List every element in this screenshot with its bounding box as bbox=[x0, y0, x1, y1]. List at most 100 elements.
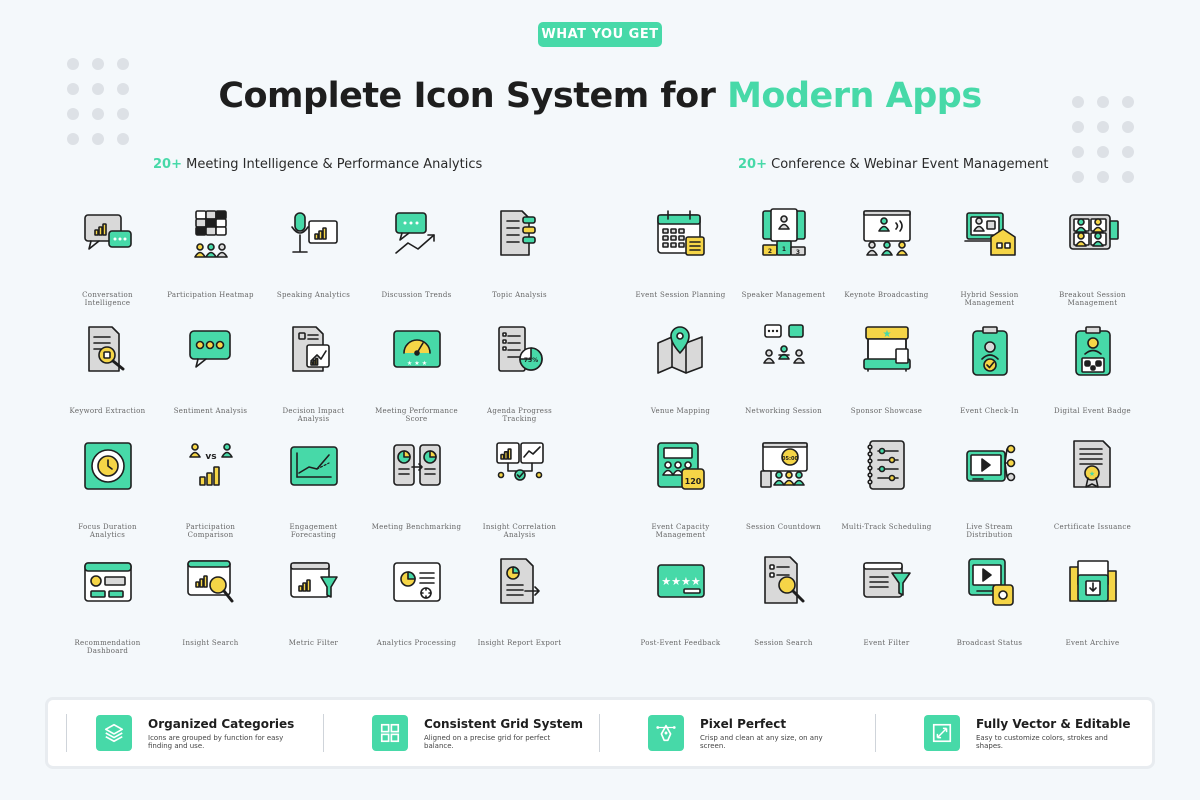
icon-label: Engagement Forecasting bbox=[289, 523, 338, 539]
pen-tool-icon bbox=[648, 715, 684, 751]
icon-tile: Participation Heatmap bbox=[159, 205, 262, 321]
icon-tile: Venue Mapping bbox=[629, 321, 732, 437]
hybrid-session-icon bbox=[963, 212, 1016, 256]
section-label: Conference & Webinar Event Management bbox=[771, 157, 1049, 172]
icon-tile: Focus Duration Analytics bbox=[56, 437, 159, 553]
icon-label: Focus Duration Analytics bbox=[78, 523, 137, 539]
feature-desc: Aligned on a precise grid for perfect ba… bbox=[424, 733, 551, 750]
keynote-icon bbox=[862, 210, 911, 256]
session-search-icon bbox=[763, 556, 804, 604]
svg-text:vs: vs bbox=[205, 452, 216, 462]
icon-label: Breakout Session Management bbox=[1059, 291, 1126, 307]
document-search-icon bbox=[87, 326, 124, 372]
feature-title: Pixel Perfect bbox=[700, 716, 787, 731]
qr-badge-icon bbox=[1074, 326, 1111, 376]
icon-tile: Insight Search bbox=[159, 553, 262, 669]
dot bbox=[117, 58, 129, 70]
breakout-icon bbox=[1068, 214, 1119, 250]
svg-text:★★★★: ★★★★ bbox=[661, 575, 701, 588]
icon-tile: Insight Report Export bbox=[468, 553, 571, 669]
dot bbox=[1122, 121, 1134, 133]
dot bbox=[1122, 146, 1134, 158]
icon-label: Recommendation Dashboard bbox=[74, 639, 141, 655]
icon-label: Keynote Broadcasting bbox=[844, 291, 929, 299]
chart-search-icon bbox=[186, 560, 233, 603]
speaker-podium-icon: 2 1 3 bbox=[761, 208, 806, 256]
live-stream-icon bbox=[965, 444, 1015, 482]
icon-tile: Speaking Analytics bbox=[262, 205, 365, 321]
svg-text:★ ★ ★: ★ ★ ★ bbox=[406, 360, 426, 367]
icon-label: Participation Comparison bbox=[185, 523, 236, 539]
icon-label: Sponsor Showcase bbox=[850, 407, 923, 415]
icon-label: Agenda Progress Tracking bbox=[487, 407, 552, 423]
icon-label: Insight Search bbox=[182, 639, 239, 647]
heatmap-icon bbox=[193, 210, 228, 258]
icon-tile: Engagement Forecasting bbox=[262, 437, 365, 553]
icon-tile: Recommendation Dashboard bbox=[56, 553, 159, 669]
dashboard-icon bbox=[83, 562, 132, 602]
feature-desc: Crisp and clean at any size, on any scre… bbox=[700, 733, 823, 750]
icon-label: Discussion Trends bbox=[381, 291, 452, 299]
icon-label: Metric Filter bbox=[288, 639, 339, 647]
icon-tile: ★ ★ ★ Meeting Performance Score bbox=[365, 321, 468, 437]
icon-tile: Event Check-In bbox=[938, 321, 1041, 437]
feedback-icon: ★★★★ bbox=[656, 564, 705, 598]
feature-fully-vector: Fully Vector & Editable Easy to customize… bbox=[876, 700, 1152, 766]
icon-tile: Analytics Processing bbox=[365, 553, 468, 669]
calendar-list-icon bbox=[656, 210, 705, 256]
icon-tile: Networking Session bbox=[732, 321, 835, 437]
icon-label: Keyword Extraction bbox=[69, 407, 146, 415]
icon-tile: 05:00 Session Countdown bbox=[732, 437, 835, 553]
dot bbox=[1122, 171, 1134, 183]
countdown-icon: 05:00 bbox=[759, 442, 808, 488]
icon-tile: ★ Certificate Issuance bbox=[1041, 437, 1144, 553]
svg-text:75%: 75% bbox=[523, 357, 537, 364]
icon-label: Insight Correlation Analysis bbox=[482, 523, 557, 539]
forecast-board-icon bbox=[289, 446, 338, 486]
icon-tile: Keynote Broadcasting bbox=[835, 205, 938, 321]
meeting-icon-grid: Conversation Intelligence Participation H… bbox=[56, 205, 571, 669]
icon-tile: Discussion Trends bbox=[365, 205, 468, 321]
svg-text:★: ★ bbox=[1088, 470, 1094, 478]
icon-tile: Event Session Planning bbox=[629, 205, 732, 321]
dot bbox=[1072, 171, 1084, 183]
icon-label: Session Search bbox=[754, 639, 813, 647]
page-title: Complete Icon System for Modern Apps bbox=[0, 76, 1200, 116]
icon-tile: Digital Event Badge bbox=[1041, 321, 1144, 437]
icon-tile: Multi-Track Scheduling bbox=[835, 437, 938, 553]
icon-label: Networking Session bbox=[745, 407, 822, 415]
section-count: 20+ bbox=[153, 157, 182, 172]
booth-icon: ★ bbox=[862, 326, 911, 372]
icon-label: Analytics Processing bbox=[376, 639, 457, 647]
icon-tile: Hybrid Session Management bbox=[938, 205, 1041, 321]
icon-label: Event Check-In bbox=[960, 407, 1019, 415]
icon-label: Speaking Analytics bbox=[276, 291, 351, 299]
section-label: Meeting Intelligence & Performance Analy… bbox=[186, 157, 483, 172]
icon-label: Event Archive bbox=[1065, 639, 1120, 647]
processing-icon bbox=[392, 562, 441, 602]
chart-filter-icon bbox=[289, 562, 338, 598]
what-you-get-badge: WHAT YOU GET bbox=[538, 22, 662, 47]
icon-label: Meeting Benchmarking bbox=[371, 523, 462, 531]
icon-tile: Conversation Intelligence bbox=[56, 205, 159, 321]
section-count: 20+ bbox=[738, 157, 767, 172]
icon-label: Broadcast Status bbox=[956, 639, 1023, 647]
icon-tile: Sentiment Analysis bbox=[159, 321, 262, 437]
icon-tile: Topic Analysis bbox=[468, 205, 571, 321]
icon-label: Digital Event Badge bbox=[1054, 407, 1131, 415]
icon-tile: 120 Event Capacity Management bbox=[629, 437, 732, 553]
icon-tile: 2 1 3 Speaker Management bbox=[732, 205, 835, 321]
map-pin-icon bbox=[656, 326, 703, 374]
icon-label: Multi-Track Scheduling bbox=[841, 523, 932, 531]
dot bbox=[117, 133, 129, 145]
sentiment-chat-icon bbox=[188, 330, 231, 368]
icon-label: Insight Report Export bbox=[477, 639, 562, 647]
report-export-icon bbox=[499, 558, 540, 604]
dot bbox=[67, 133, 79, 145]
section-heading-event: 20+ Conference & Webinar Event Managemen… bbox=[738, 157, 1048, 172]
icon-label: Speaker Management bbox=[741, 291, 826, 299]
feature-consistent-grid: Consistent Grid System Aligned on a preci… bbox=[324, 700, 600, 766]
title-accent: Modern Apps bbox=[727, 76, 982, 116]
correlation-icon bbox=[495, 442, 544, 481]
grid-icon bbox=[372, 715, 408, 751]
